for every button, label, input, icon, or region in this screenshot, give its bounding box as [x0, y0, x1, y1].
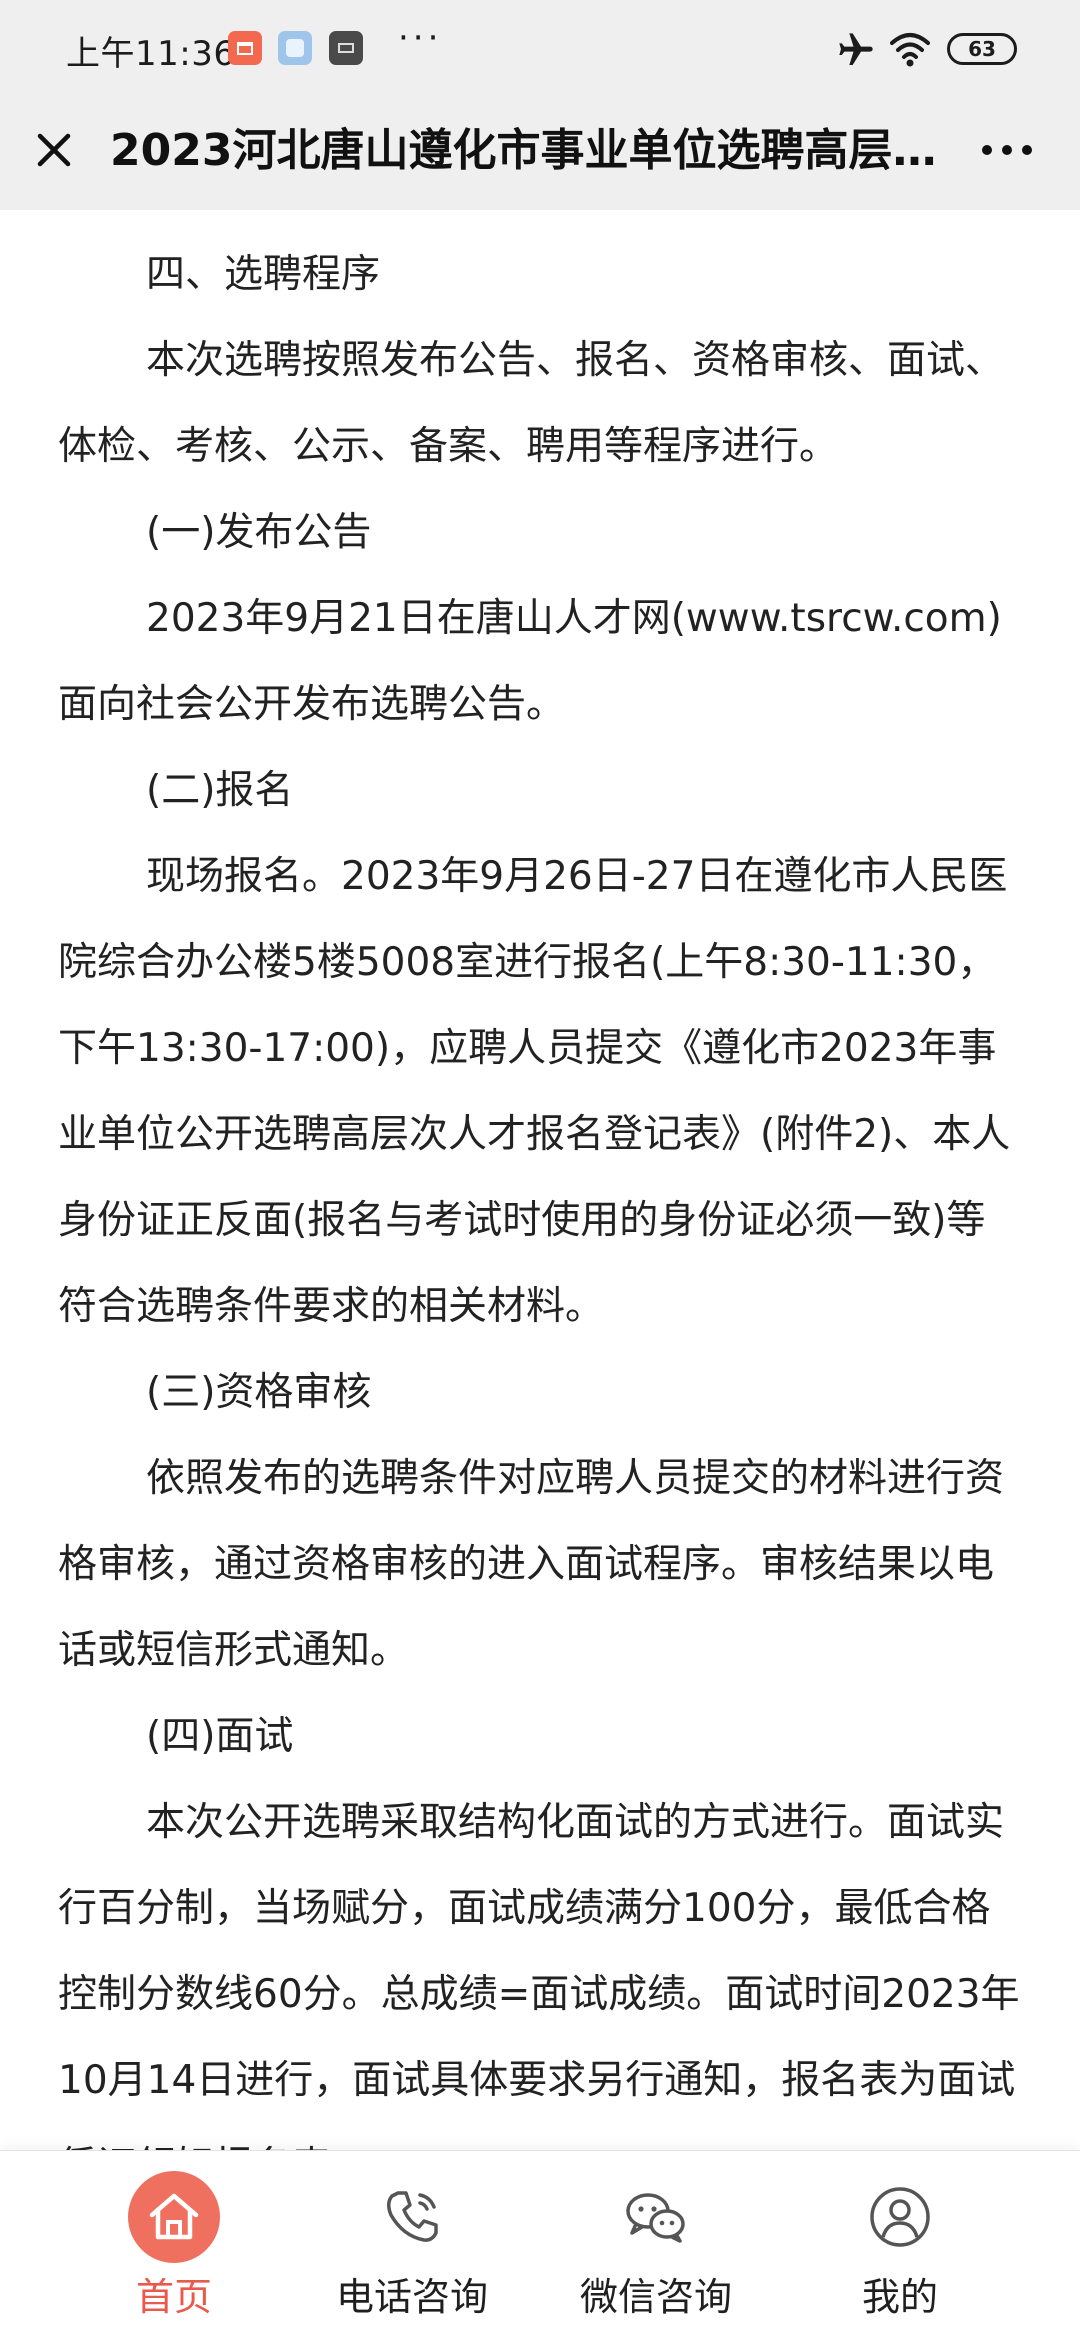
- battery-level: 63: [968, 37, 996, 61]
- article-paragraph: 依照发布的选聘条件对应聘人员提交的材料进行资格审核，通过资格审核的进入面试程序。…: [58, 1456, 1005, 1673]
- user-icon: [870, 2187, 930, 2247]
- article-paragraph: 本次选聘按照发布公告、报名、资格审核、面试、体检、考核、公示、备案、聘用等程序进…: [58, 338, 1005, 469]
- phone-icon: [387, 2191, 438, 2242]
- page-title: 2023河北唐山遵化市事业单位选聘高层次人才公告: [110, 125, 960, 176]
- nav-label-home: 首页: [135, 2275, 212, 2319]
- section-heading: 四、选聘程序: [146, 252, 381, 297]
- title-bar: 2023河北唐山遵化市事业单位选聘高层次人才公告: [0, 100, 1080, 210]
- status-bar: 上午11:36 ··· 63: [0, 0, 1080, 100]
- app-notification-icon: [228, 31, 262, 65]
- nav-item-wechat-consult[interactable]: 微信咨询: [556, 2151, 756, 2340]
- subsection-heading: (四)面试: [146, 1714, 294, 1759]
- nav-label-phone: 电话咨询: [335, 2275, 488, 2319]
- status-time: 上午11:36: [66, 34, 236, 74]
- battery-icon: 63: [947, 33, 1017, 65]
- app-notification-icon: [278, 31, 312, 65]
- more-notifications-icon: ···: [398, 18, 443, 58]
- bottom-nav: 首页 电话咨询 微信咨询 我的: [0, 2150, 1080, 2340]
- user-icon-wrap: [854, 2171, 946, 2263]
- article-paragraph: 现场报名。2023年9月26日-27日在遵化市人民医院综合办公楼5楼5008室进…: [58, 854, 1011, 1329]
- nav-label-wechat: 微信咨询: [579, 2275, 732, 2319]
- subsection-heading: (二)报名: [146, 768, 294, 813]
- nav-item-mine[interactable]: 我的: [800, 2151, 1000, 2340]
- nav-item-home[interactable]: 首页: [74, 2151, 274, 2340]
- article-content: 四、选聘程序 本次选聘按照发布公告、报名、资格审核、面试、体检、考核、公示、备案…: [58, 232, 1020, 2150]
- home-icon-bg: [128, 2171, 220, 2263]
- article-paragraph: 本次公开选聘采取结构化面试的方式进行。面试实行百分制，当场赋分，面试成绩满分10…: [58, 1800, 1020, 2150]
- phone-icon-wrap: [366, 2171, 458, 2263]
- airplane-mode-icon: [839, 33, 873, 65]
- app-notification-icon: [329, 31, 363, 65]
- subsection-heading: (一)发布公告: [146, 510, 372, 555]
- wechat-icon: [626, 2193, 685, 2243]
- more-options-button[interactable]: [972, 120, 1042, 180]
- nav-label-mine: 我的: [861, 2275, 938, 2319]
- wifi-icon: [890, 33, 930, 67]
- wechat-icon-wrap: [610, 2171, 702, 2263]
- subsection-heading: (三)资格审核: [146, 1370, 372, 1415]
- article-paragraph: 2023年9月21日在唐山人才网(www.tsrcw.com)面向社会公开发布选…: [58, 596, 1002, 727]
- screen: 上午11:36 ··· 63 2023河北唐山遵化市事业单位选聘高层次人才公告: [0, 0, 1080, 2340]
- home-icon: [149, 2193, 199, 2240]
- home-icon-wrap: [128, 2171, 220, 2263]
- close-button[interactable]: [22, 118, 86, 182]
- nav-item-phone-consult[interactable]: 电话咨询: [312, 2151, 512, 2340]
